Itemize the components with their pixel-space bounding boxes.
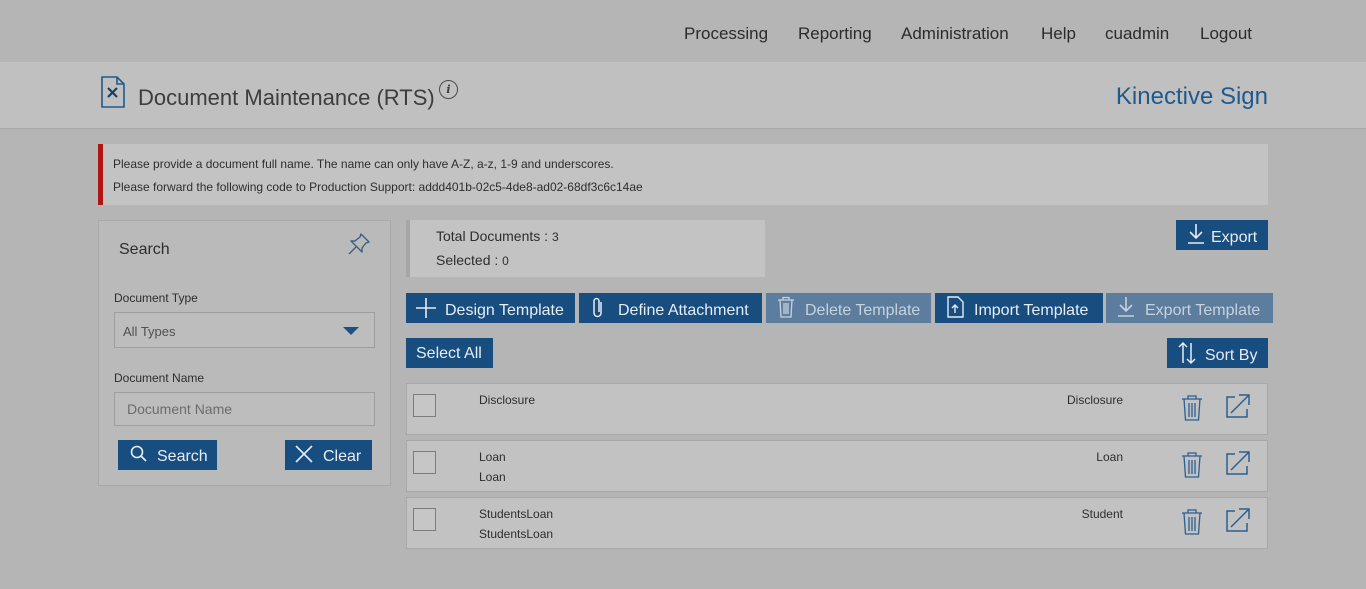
- search-button-label: Search: [157, 448, 208, 465]
- error-alert: Please provide a document full name. The…: [98, 144, 1268, 205]
- row-checkbox[interactable]: [413, 394, 436, 417]
- alert-message: Please provide a document full name. The…: [113, 157, 614, 171]
- document-tools-icon: [101, 76, 125, 108]
- document-type-select[interactable]: All Types: [114, 312, 375, 348]
- info-icon[interactable]: i: [439, 80, 458, 99]
- top-navigation: Processing Reporting Administration Help…: [0, 0, 1366, 62]
- search-panel-title: Search: [119, 241, 170, 258]
- document-name: Disclosure: [479, 393, 536, 407]
- select-all-button[interactable]: Select All: [406, 338, 493, 368]
- export-template-button[interactable]: Export Template: [1106, 293, 1273, 323]
- document-type-label: Document Type: [114, 291, 198, 305]
- download-icon: [1188, 224, 1204, 244]
- total-documents-value: 3: [551, 230, 559, 244]
- nav-reporting[interactable]: Reporting: [798, 24, 872, 44]
- table-row: Loan Loan Loan: [406, 440, 1268, 492]
- document-name-label: Document Name: [114, 371, 205, 385]
- document-type: Student: [1081, 507, 1123, 521]
- sort-by-button[interactable]: Sort By: [1167, 338, 1268, 368]
- document-totals: Total Documents : 3 Selected : 0: [406, 220, 765, 277]
- nav-logout[interactable]: Logout: [1200, 24, 1252, 44]
- page-header: Document Maintenance (RTS) i Kinective S…: [0, 62, 1366, 129]
- trash-icon[interactable]: [1180, 508, 1204, 536]
- import-template-label: Import Template: [974, 302, 1089, 319]
- trash-icon[interactable]: [1180, 451, 1204, 479]
- brand-name: Kinective Sign: [1115, 83, 1268, 110]
- search-button[interactable]: Search: [118, 440, 217, 470]
- plus-icon: [416, 298, 436, 318]
- trash-icon[interactable]: [1180, 394, 1204, 422]
- paperclip-icon: [593, 297, 602, 318]
- document-subname: Loan: [479, 470, 506, 484]
- pin-icon[interactable]: [346, 231, 372, 257]
- sort-icon: [1178, 341, 1196, 365]
- nav-help[interactable]: Help: [1041, 24, 1076, 44]
- select-all-label: Select All: [416, 345, 482, 362]
- alert-support-code: Please forward the following code to Pro…: [113, 180, 643, 194]
- export-button-label: Export: [1211, 229, 1258, 246]
- close-icon: [295, 445, 313, 463]
- open-external-icon[interactable]: [1224, 392, 1252, 420]
- sort-by-label: Sort By: [1205, 347, 1258, 364]
- selected-count-value: 0: [502, 254, 509, 268]
- clear-button-label: Clear: [323, 448, 362, 465]
- define-attachment-label: Define Attachment: [618, 302, 749, 319]
- search-icon: [130, 445, 147, 462]
- document-name-input[interactable]: [114, 392, 375, 426]
- table-row: StudentsLoan StudentsLoan Student: [406, 497, 1268, 549]
- total-documents: Total Documents : 3: [436, 228, 559, 244]
- download-icon: [1118, 297, 1134, 317]
- clear-button[interactable]: Clear: [285, 440, 372, 470]
- row-checkbox[interactable]: [413, 508, 436, 531]
- upload-file-icon: [947, 296, 964, 318]
- chevron-down-icon: [343, 327, 359, 335]
- delete-template-button[interactable]: Delete Template: [766, 293, 931, 323]
- nav-user-cuadmin[interactable]: cuadmin: [1105, 24, 1169, 44]
- document-type: Disclosure: [1066, 393, 1123, 407]
- document-type-value: All Types: [123, 324, 176, 339]
- design-template-label: Design Template: [445, 302, 564, 319]
- export-template-label: Export Template: [1145, 302, 1261, 319]
- row-checkbox[interactable]: [413, 451, 436, 474]
- search-panel: Search Document Type All Types Document …: [98, 220, 391, 486]
- import-template-button[interactable]: Import Template: [935, 293, 1103, 323]
- open-external-icon[interactable]: [1224, 449, 1252, 477]
- page-title: Document Maintenance (RTS): [138, 85, 435, 110]
- document-name: StudentsLoan: [479, 507, 554, 521]
- define-attachment-button[interactable]: Define Attachment: [579, 293, 762, 323]
- document-subname: StudentsLoan: [479, 527, 554, 541]
- open-external-icon[interactable]: [1224, 506, 1252, 534]
- delete-template-label: Delete Template: [805, 302, 921, 319]
- trash-icon: [778, 296, 794, 318]
- nav-administration[interactable]: Administration: [901, 24, 1009, 44]
- export-button[interactable]: Export: [1176, 220, 1268, 250]
- document-name: Loan: [479, 450, 506, 464]
- selected-count: Selected : 0: [436, 252, 509, 268]
- design-template-button[interactable]: Design Template: [406, 293, 575, 323]
- nav-processing[interactable]: Processing: [684, 24, 768, 44]
- document-type: Loan: [1096, 450, 1123, 464]
- table-row: Disclosure Disclosure: [406, 383, 1268, 435]
